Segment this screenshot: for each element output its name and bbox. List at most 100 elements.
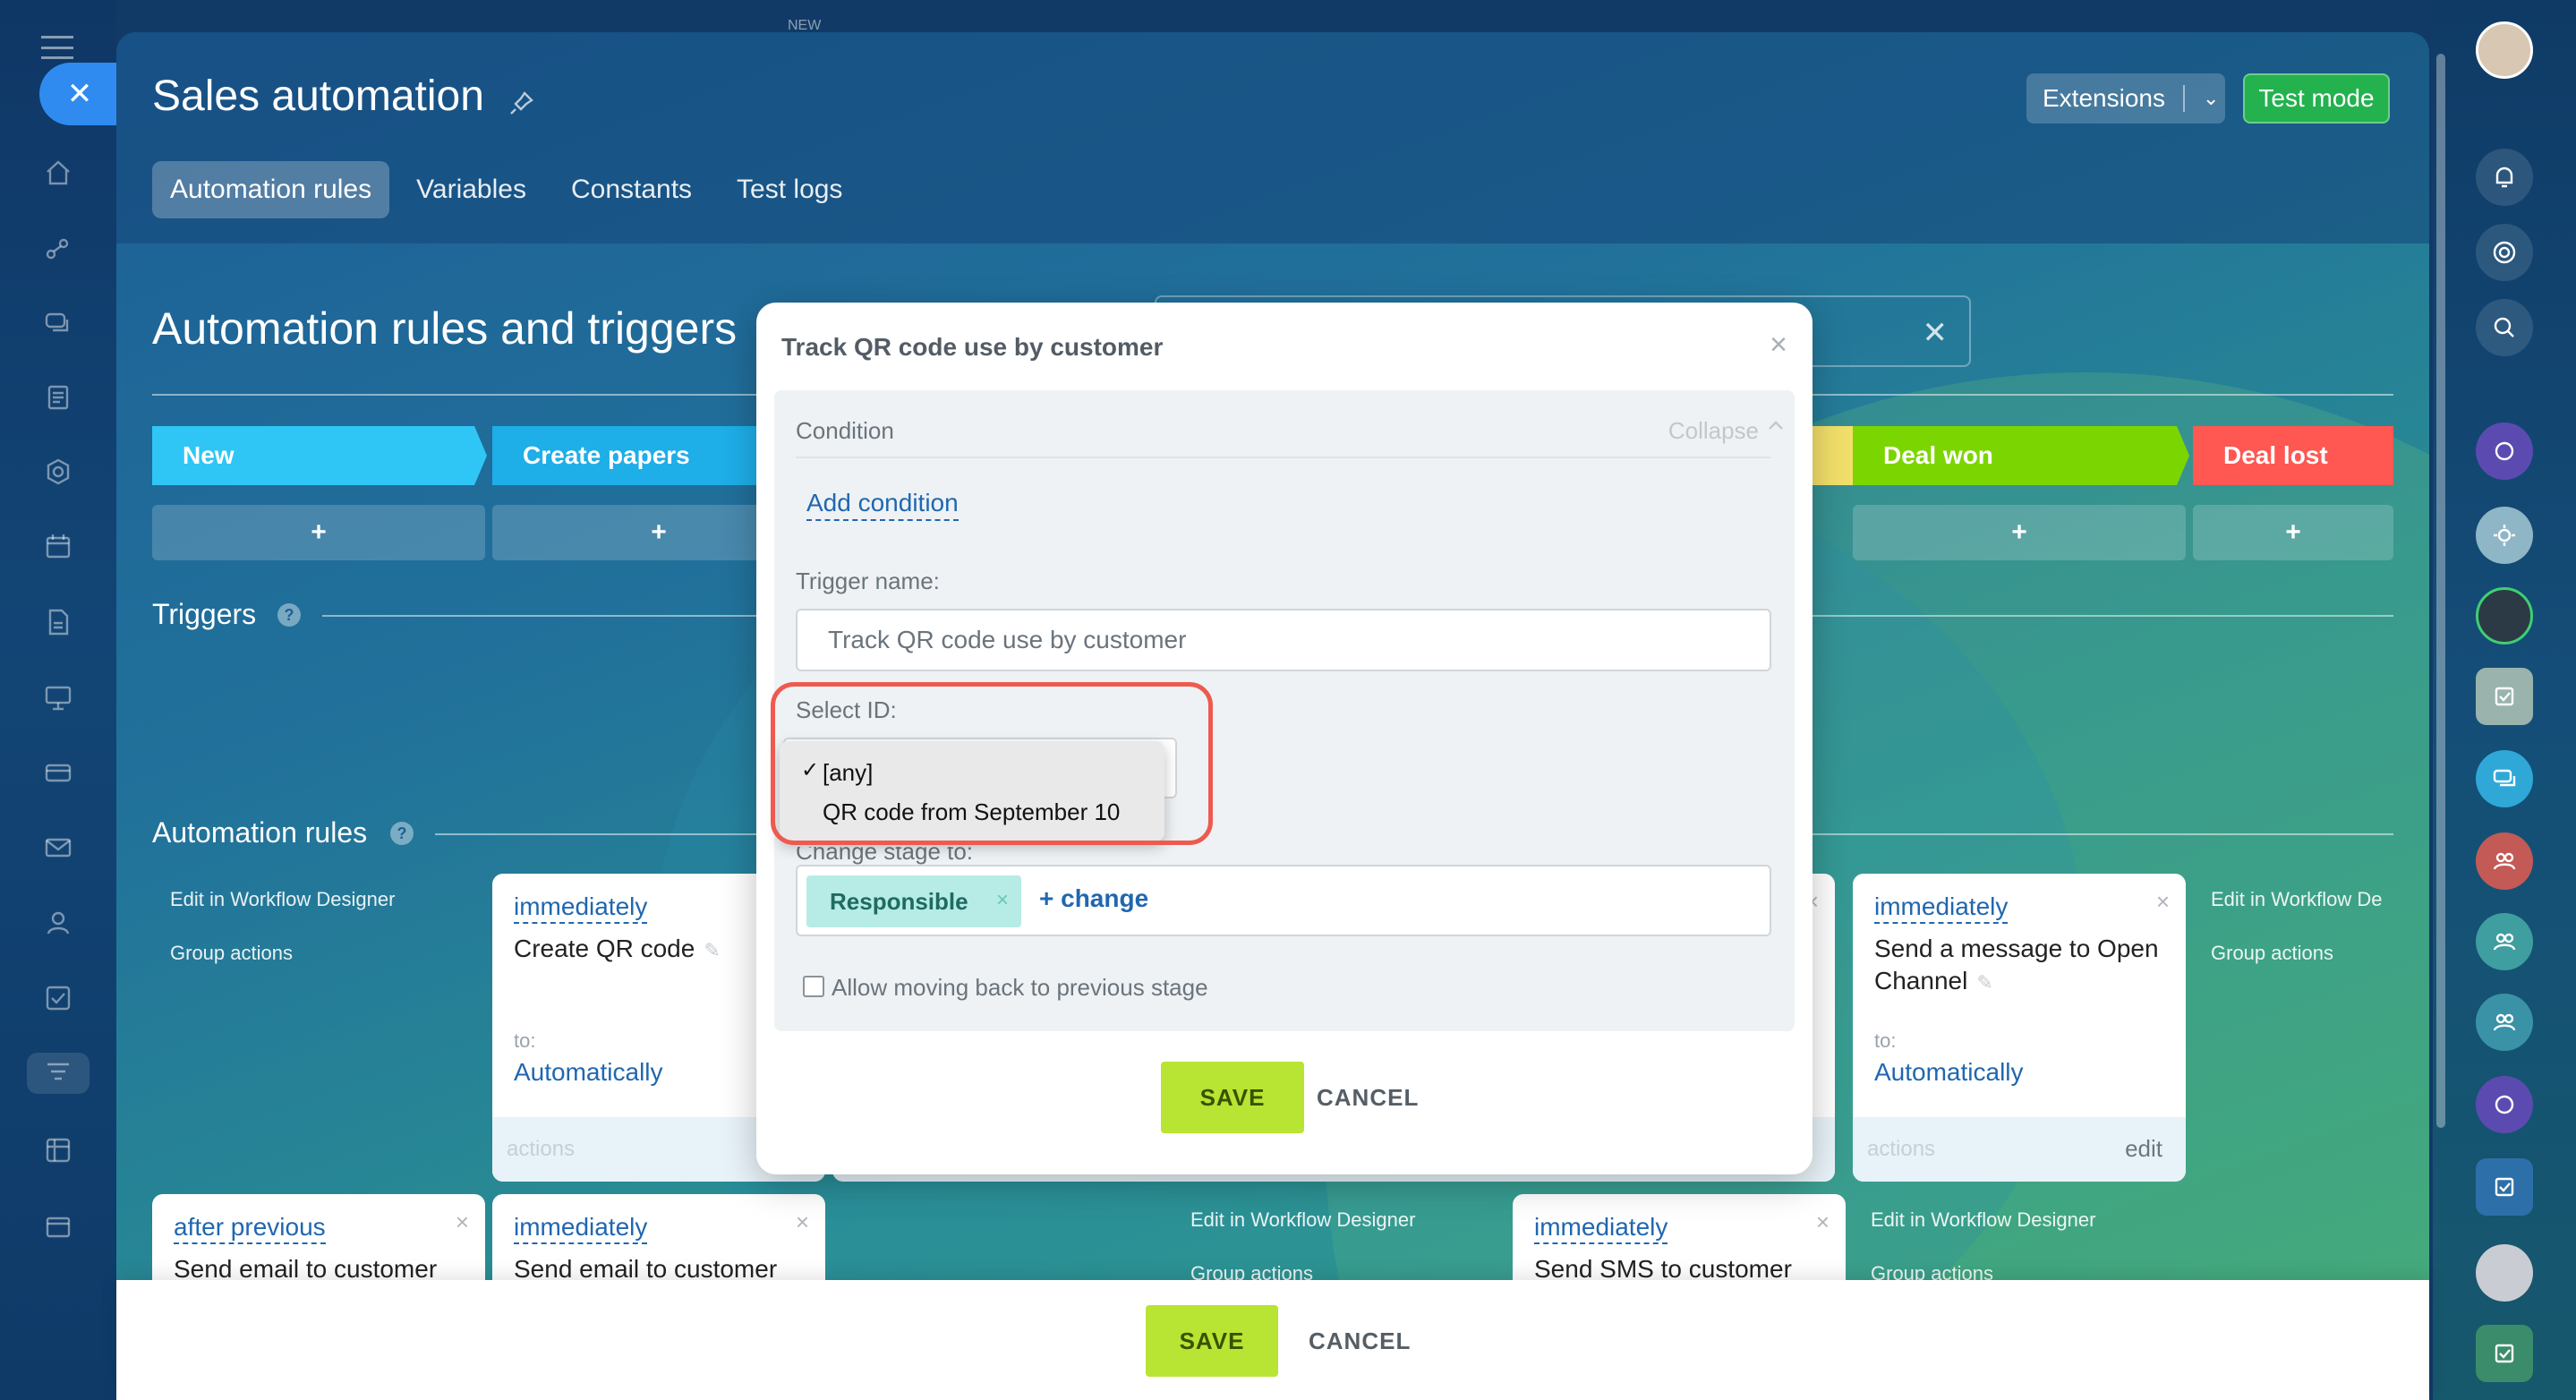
allow-back-label: Allow moving back to previous stage [832,974,1208,1001]
group-icon[interactable] [2476,832,2533,890]
gear-avatar[interactable] [2476,507,2533,564]
chat-bubbles-icon[interactable] [2476,750,2533,807]
group-icon[interactable] [2476,994,2533,1051]
add-stage-rule-button[interactable]: + [152,505,485,560]
close-icon[interactable]: × [2156,888,2170,916]
chart-icon[interactable] [38,228,79,269]
stage-deal-lost[interactable]: Deal lost [2193,426,2393,485]
chevron-down-icon: ⌄ [2202,87,2220,109]
pencil-icon[interactable]: ✎ [704,939,720,961]
tab-variables[interactable]: Variables [398,161,544,218]
group-icon[interactable] [2476,913,2533,970]
divider [796,457,1771,458]
delay-link[interactable]: immediately [514,1212,648,1244]
bottom-action-bar: SAVE CANCEL [116,1280,2429,1400]
responsible-link[interactable]: Automatically [1874,1058,2024,1087]
task-icon[interactable] [2476,1158,2533,1216]
cancel-button[interactable]: CANCEL [1317,1062,1419,1133]
task-icon[interactable] [2476,668,2533,725]
edit-in-designer-link[interactable]: Edit in Workflow Designer [170,888,395,911]
chevron-up-icon[interactable] [1766,415,1786,435]
close-icon[interactable]: × [1770,328,1787,363]
change-link[interactable]: + change [1039,884,1148,913]
close-slider-button[interactable]: ✕ [39,63,120,125]
add-condition-link[interactable]: Add condition [806,487,959,521]
triggers-title: Triggers [152,598,257,630]
pencil-icon[interactable]: ✎ [1976,971,1992,994]
channel-icon[interactable] [2476,423,2533,480]
chat-search-icon[interactable] [2476,299,2533,356]
user-avatar[interactable] [2476,587,2533,645]
document-icon[interactable] [38,377,79,418]
close-icon[interactable]: × [796,1208,809,1236]
automation-rules-title: Automation rules [152,816,368,849]
remove-icon[interactable]: × [996,888,1009,913]
hexagon-icon[interactable] [38,451,79,492]
collapse-link[interactable]: Collapse [1668,417,1759,445]
save-button[interactable]: SAVE [1146,1305,1278,1377]
allow-back-checkbox[interactable] [803,976,824,997]
scrollbar[interactable] [2436,54,2445,1128]
tab-constants[interactable]: Constants [553,161,710,218]
help-icon[interactable]: ? [390,822,414,845]
calendar-icon[interactable] [38,525,79,567]
user-avatar[interactable] [2476,1244,2533,1302]
stage-new[interactable]: New [152,426,487,485]
add-stage-rule-button[interactable]: + [1853,505,2186,560]
edit-in-designer-link[interactable]: Edit in Workflow Designer [1190,1208,1415,1232]
test-mode-button[interactable]: Test mode [2243,73,2390,124]
delay-link[interactable]: immediately [1874,892,2009,924]
pin-icon[interactable] [507,88,537,118]
funnel-icon[interactable] [27,1053,90,1094]
file-icon[interactable] [38,602,79,643]
card-footer: actions edit [1853,1117,2186,1182]
to-label: to: [514,1029,536,1052]
responsible-link[interactable]: Automatically [514,1058,663,1087]
close-icon[interactable]: × [1816,1208,1830,1236]
responsible-chip[interactable]: Responsible × [806,875,1021,927]
extensions-label: Extensions [2043,84,2165,112]
extensions-button[interactable]: Extensions ⌄ [2026,73,2225,124]
presentation-icon[interactable] [38,677,79,718]
delay-link[interactable]: immediately [1534,1212,1668,1244]
delay-link[interactable]: after previous [174,1212,326,1244]
home-icon[interactable] [38,152,79,193]
edit-link[interactable]: edit [2125,1135,2162,1163]
mail-icon[interactable] [38,827,79,868]
close-icon[interactable]: × [456,1208,469,1236]
edit-in-designer-link[interactable]: Edit in Workflow Designer [1871,1208,2095,1232]
group-actions-link[interactable]: Group actions [2211,942,2333,965]
contacts-icon[interactable] [38,902,79,943]
slider-header: Sales automation Automation rules Variab… [116,32,2429,243]
tab-test-logs[interactable]: Test logs [719,161,860,218]
menu-icon[interactable] [41,36,73,59]
bell-icon[interactable] [2476,149,2533,206]
tabs: Automation rules Variables Constants Tes… [152,161,860,218]
close-icon[interactable]: ✕ [1923,315,1949,351]
group-actions-link[interactable]: Group actions [170,942,293,965]
card-icon[interactable] [38,752,79,793]
stage-deal-won[interactable]: Deal won [1853,426,2189,485]
add-stage-rule-button[interactable]: + [2193,505,2393,560]
avatar[interactable] [2476,21,2533,79]
chat-icon[interactable] [38,303,79,344]
checkbox-icon[interactable] [38,977,79,1019]
target-icon[interactable] [2476,224,2533,281]
condition-label: Condition [796,417,894,444]
help-icon[interactable]: ? [277,603,301,627]
delay-link[interactable]: immediately [514,892,648,924]
channel-icon[interactable] [2476,1076,2533,1133]
change-stage-label: Change stage to: [796,847,974,865]
rule-title: Send a message to Open Channel ✎ [1874,935,2159,995]
page-title: Sales automation [152,73,484,120]
cancel-button[interactable]: CANCEL [1309,1305,1411,1377]
tab-automation-rules[interactable]: Automation rules [152,161,390,218]
rule-card-open-channel[interactable]: immediately × Send a message to Open Cha… [1853,874,2186,1182]
box-icon[interactable] [38,1205,79,1246]
stage-responsible-field[interactable]: Responsible × + change [796,865,1771,936]
save-button[interactable]: SAVE [1161,1062,1304,1133]
task-icon[interactable] [2476,1325,2533,1382]
edit-in-designer-link[interactable]: Edit in Workflow De [2211,888,2383,911]
grid-icon[interactable] [38,1130,79,1171]
trigger-name-input[interactable]: Track QR code use by customer [796,609,1771,671]
